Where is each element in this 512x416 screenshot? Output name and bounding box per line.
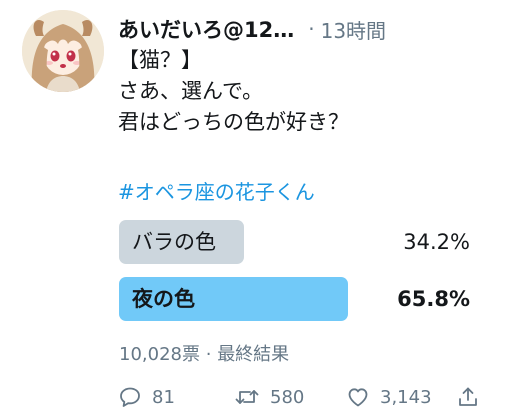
timestamp[interactable]: 13時間 [321,15,386,44]
reply-count: 81 [152,386,175,408]
poll-option-percent: 65.8% [397,287,470,311]
hashtag-link[interactable]: #オペラ座の花子くん [118,176,315,205]
like-icon [346,385,370,409]
header-separator: · [308,17,315,41]
share-button[interactable] [456,382,480,412]
like-count: 3,143 [380,386,432,408]
tweet-text: 【猫？】 さあ、選んで。 君はどっちの色が好き？ [118,45,492,138]
poll-status: 最終結果 [217,344,290,365]
poll-meta-separator: · [205,344,212,365]
display-name[interactable]: あいだいろ@12… [118,14,294,44]
avatar-illustration [22,10,104,92]
reply-button[interactable]: 81 [118,382,175,412]
tweet-header: あいだいろ@12… · 13時間 [118,14,492,44]
retweet-icon [234,385,260,409]
tweet-text-line: 【猫？】 [118,48,202,72]
retweet-count: 580 [270,386,305,408]
like-button[interactable]: 3,143 [346,382,432,412]
tweet-text-line: 君はどっちの色が好き？ [118,110,349,134]
avatar[interactable] [22,10,104,92]
reply-icon [118,385,142,409]
poll-option-percent: 34.2% [403,230,470,254]
retweet-button[interactable]: 580 [234,382,304,412]
share-icon [456,385,480,409]
poll-option-label: 夜の色 [132,287,195,311]
poll-option-label: バラの色 [132,230,216,254]
tweet-actions: 81 580 3,143 [118,382,500,416]
poll-meta: 10,028票 · 最終結果 [119,340,289,366]
tweet-text-line: さあ、選んで。 [118,79,264,103]
poll-vote-count: 10,028票 [119,344,200,365]
